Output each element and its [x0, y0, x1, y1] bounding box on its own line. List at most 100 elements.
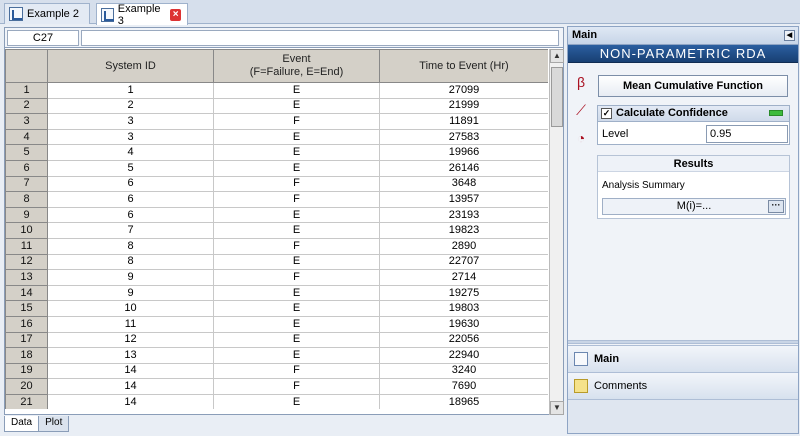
tab-example-2[interactable]: Example 2 — [4, 3, 90, 24]
system-id-cell[interactable]: 9 — [47, 269, 214, 286]
row-number-cell[interactable]: 17 — [5, 331, 48, 349]
formula-input[interactable] — [81, 30, 559, 46]
event-cell[interactable]: E — [213, 284, 380, 302]
scroll-thumb[interactable] — [551, 67, 563, 127]
time-cell[interactable]: 27099 — [379, 82, 548, 99]
method-button[interactable]: Mean Cumulative Function — [598, 75, 788, 97]
row-number-cell[interactable]: 21 — [5, 393, 48, 409]
row-number-cell[interactable]: 7 — [5, 175, 48, 193]
collapse-arrow-icon[interactable]: ◀ — [784, 30, 795, 41]
event-cell[interactable]: F — [213, 237, 380, 255]
row-number-cell[interactable]: 11 — [5, 237, 48, 255]
row-number-cell[interactable]: 10 — [5, 222, 48, 239]
system-id-cell[interactable]: 14 — [47, 362, 214, 380]
corner-cell[interactable] — [5, 49, 48, 83]
row-number-cell[interactable]: 2 — [5, 97, 48, 115]
row-number-cell[interactable]: 8 — [5, 191, 48, 208]
time-cell[interactable]: 19823 — [379, 222, 548, 239]
time-cell[interactable]: 19966 — [379, 144, 548, 161]
time-cell[interactable]: 3240 — [379, 362, 548, 380]
time-cell[interactable]: 2890 — [379, 237, 548, 255]
event-cell[interactable]: E — [213, 159, 380, 177]
plot-line-icon[interactable]: ⟋ — [570, 99, 592, 121]
system-id-cell[interactable]: 6 — [47, 191, 214, 208]
system-id-cell[interactable]: 14 — [47, 378, 214, 395]
confidence-checkbox[interactable]: ✓ — [601, 108, 612, 119]
system-id-cell[interactable]: 13 — [47, 347, 214, 364]
analysis-summary-field[interactable]: M(i)=... ··· — [602, 198, 786, 215]
event-cell[interactable]: F — [213, 175, 380, 193]
vertical-scrollbar[interactable]: ▲ ▼ — [549, 49, 564, 415]
scroll-up-icon[interactable]: ▲ — [550, 49, 564, 63]
nav-main[interactable]: Main — [568, 345, 798, 372]
event-cell[interactable]: E — [213, 206, 380, 224]
event-cell[interactable]: F — [213, 362, 380, 380]
system-id-cell[interactable]: 3 — [47, 128, 214, 146]
time-cell[interactable]: 19275 — [379, 284, 548, 302]
event-cell[interactable]: F — [213, 191, 380, 208]
system-id-cell[interactable]: 9 — [47, 284, 214, 302]
time-cell[interactable]: 27583 — [379, 128, 548, 146]
panel-splitter[interactable] — [568, 340, 798, 344]
row-number-cell[interactable]: 14 — [5, 284, 48, 302]
row-number-cell[interactable]: 13 — [5, 269, 48, 286]
time-cell[interactable]: 21999 — [379, 97, 548, 115]
event-cell[interactable]: E — [213, 82, 380, 99]
time-cell[interactable]: 7690 — [379, 378, 548, 395]
time-cell[interactable]: 26146 — [379, 159, 548, 177]
tab-example-3[interactable]: Example 3 × — [96, 3, 188, 27]
time-cell[interactable]: 19803 — [379, 300, 548, 317]
time-cell[interactable]: 18965 — [379, 393, 548, 409]
time-cell[interactable]: 22940 — [379, 347, 548, 364]
time-cell[interactable]: 13957 — [379, 191, 548, 208]
row-number-cell[interactable]: 3 — [5, 113, 48, 130]
event-cell[interactable]: E — [213, 128, 380, 146]
time-cell[interactable]: 19630 — [379, 315, 548, 333]
system-id-cell[interactable]: 2 — [47, 97, 214, 115]
row-number-cell[interactable]: 5 — [5, 144, 48, 161]
gauge-icon[interactable]: ◔ — [570, 127, 592, 149]
system-id-cell[interactable]: 3 — [47, 113, 214, 130]
row-number-cell[interactable]: 16 — [5, 315, 48, 333]
cell-reference-box[interactable]: C27 — [7, 30, 79, 46]
sheet-tab-plot[interactable]: Plot — [38, 416, 70, 432]
level-input[interactable]: 0.95 — [706, 125, 788, 143]
row-number-cell[interactable]: 19 — [5, 362, 48, 380]
time-cell[interactable]: 23193 — [379, 206, 548, 224]
scroll-down-icon[interactable]: ▼ — [550, 401, 564, 415]
system-id-cell[interactable]: 10 — [47, 300, 214, 317]
time-cell[interactable]: 22707 — [379, 253, 548, 271]
more-options-button[interactable]: ··· — [768, 200, 784, 213]
system-id-cell[interactable]: 12 — [47, 331, 214, 349]
event-cell[interactable]: E — [213, 315, 380, 333]
system-id-cell[interactable]: 8 — [47, 253, 214, 271]
system-id-cell[interactable]: 4 — [47, 144, 214, 161]
row-number-cell[interactable]: 1 — [5, 82, 48, 99]
system-id-cell[interactable]: 14 — [47, 393, 214, 409]
column-header-time[interactable]: Time to Event (Hr) — [379, 49, 548, 83]
event-cell[interactable]: E — [213, 347, 380, 364]
system-id-cell[interactable]: 5 — [47, 159, 214, 177]
system-id-cell[interactable]: 6 — [47, 206, 214, 224]
column-header-system-id[interactable]: System ID — [47, 49, 214, 83]
column-header-event[interactable]: Event (F=Failure, E=End) — [213, 49, 380, 83]
event-cell[interactable]: E — [213, 97, 380, 115]
close-tab-icon[interactable]: × — [170, 8, 181, 21]
system-id-cell[interactable]: 7 — [47, 222, 214, 239]
event-cell[interactable]: E — [213, 222, 380, 239]
time-cell[interactable]: 22056 — [379, 331, 548, 349]
row-number-cell[interactable]: 12 — [5, 253, 48, 271]
time-cell[interactable]: 2714 — [379, 269, 548, 286]
event-cell[interactable]: E — [213, 331, 380, 349]
row-number-cell[interactable]: 4 — [5, 128, 48, 146]
sheet-tab-data[interactable]: Data — [4, 416, 40, 432]
event-cell[interactable]: E — [213, 393, 380, 409]
row-number-cell[interactable]: 6 — [5, 159, 48, 177]
event-cell[interactable]: F — [213, 269, 380, 286]
row-number-cell[interactable]: 20 — [5, 378, 48, 395]
time-cell[interactable]: 3648 — [379, 175, 548, 193]
row-number-cell[interactable]: 18 — [5, 347, 48, 364]
nav-comments[interactable]: Comments — [568, 372, 798, 399]
system-id-cell[interactable]: 6 — [47, 175, 214, 193]
row-number-cell[interactable]: 15 — [5, 300, 48, 317]
